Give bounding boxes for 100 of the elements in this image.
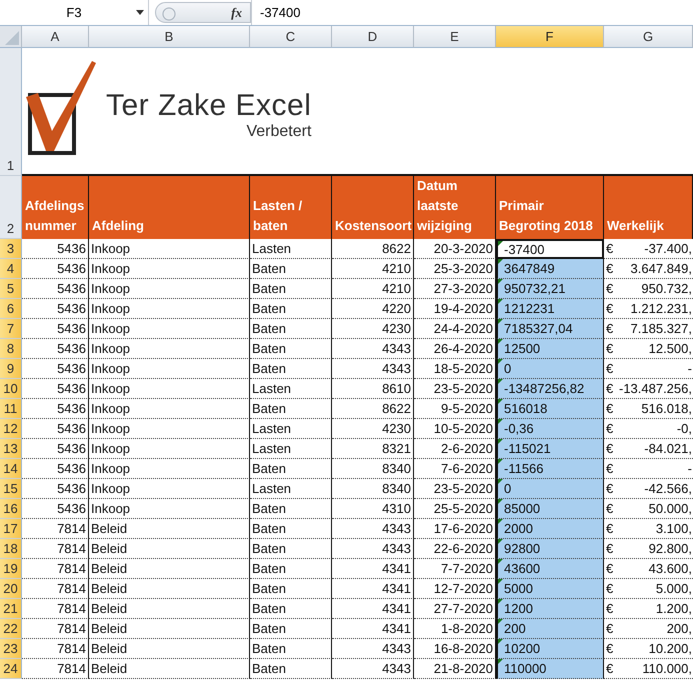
name-box[interactable]: F3	[0, 0, 149, 25]
table-cell: 4341	[332, 619, 414, 639]
table-cell: Beleid	[89, 519, 250, 539]
row-header[interactable]: 12	[0, 419, 22, 439]
currency-symbol: €	[606, 501, 614, 516]
table-cell: 4343	[332, 639, 414, 659]
table-cell: Beleid	[89, 579, 250, 599]
currency-symbol: €	[606, 561, 614, 576]
currency-symbol: €	[606, 521, 614, 536]
table-cell: Baten	[250, 579, 332, 599]
row-header[interactable]: 4	[0, 259, 22, 279]
row-header[interactable]: 20	[0, 579, 22, 599]
table-cell: -37400	[496, 239, 604, 259]
select-all-corner[interactable]	[0, 26, 22, 48]
table-cell: Inkoop	[89, 399, 250, 419]
table-cell: 5436	[22, 379, 89, 399]
row-header[interactable]: 3	[0, 239, 22, 259]
table-cell: -0,36	[496, 419, 604, 439]
table-cell: Beleid	[89, 639, 250, 659]
table-cell: 4343	[332, 659, 414, 679]
table-cell: 5436	[22, 359, 89, 379]
row-header[interactable]: 8	[0, 339, 22, 359]
table-cell: Beleid	[89, 619, 250, 639]
row-header[interactable]: 10	[0, 379, 22, 399]
table-cell: Inkoop	[89, 359, 250, 379]
table-cell: Inkoop	[89, 239, 250, 259]
row-header[interactable]: 16	[0, 499, 22, 519]
table-cell: 7814	[22, 579, 89, 599]
error-marker-icon	[498, 241, 503, 246]
table-cell: 3647849	[496, 259, 604, 279]
table-cell: Baten	[250, 639, 332, 659]
table-cell: 5.000,	[656, 581, 692, 596]
table-cell: 4310	[332, 499, 414, 519]
currency-symbol: €	[606, 281, 614, 296]
insert-function-button[interactable]: fx	[231, 4, 242, 20]
table-cell: 1212231	[496, 299, 604, 319]
row-header[interactable]: 6	[0, 299, 22, 319]
row-header[interactable]: 18	[0, 539, 22, 559]
row-header[interactable]: 22	[0, 619, 22, 639]
table-cell: 4343	[332, 539, 414, 559]
currency-symbol: €	[606, 421, 614, 436]
row-header[interactable]: 15	[0, 479, 22, 499]
currency-symbol: €	[606, 301, 614, 316]
table-cell: 3.100,	[656, 521, 692, 536]
table-cell: Baten	[250, 359, 332, 379]
table-cell: 8340	[332, 479, 414, 499]
table-cell: 12.500,	[648, 341, 692, 356]
currency-symbol: €	[606, 441, 614, 456]
table-cell: 8622	[332, 239, 414, 259]
row-header[interactable]: 11	[0, 399, 22, 419]
column-header[interactable]: D	[332, 26, 414, 48]
table-cell: 110.000,	[642, 661, 692, 676]
table-cell: Inkoop	[89, 279, 250, 299]
table-cell: 5000	[496, 579, 604, 599]
table-cell: 85000	[496, 499, 604, 519]
table-cell: 10.200,	[648, 641, 692, 656]
row-header[interactable]: 1	[0, 48, 22, 176]
table-cell: 5436	[22, 499, 89, 519]
formula-field[interactable]: -37400	[251, 0, 693, 25]
table-cell: 92.800,	[648, 541, 692, 556]
table-cell: 8321	[332, 439, 414, 459]
table-cell: Baten	[250, 599, 332, 619]
currency-symbol: €	[606, 321, 614, 336]
row-header[interactable]: 5	[0, 279, 22, 299]
table-cell: -84.021,	[644, 441, 692, 456]
column-header[interactable]: E	[414, 26, 496, 48]
table-cell: 7814	[22, 539, 89, 559]
row-header[interactable]: 9	[0, 359, 22, 379]
column-header[interactable]: F	[496, 26, 604, 48]
currency-symbol: €	[606, 661, 614, 676]
row-header[interactable]: 21	[0, 599, 22, 619]
table-cell: -42.566,	[644, 481, 692, 496]
row-header[interactable]: 19	[0, 559, 22, 579]
table-cell: Baten	[250, 319, 332, 339]
column-header[interactable]: B	[89, 26, 250, 48]
caret-icon[interactable]	[136, 10, 144, 15]
table-cell: Baten	[250, 519, 332, 539]
column-heading: Kostensoort	[332, 176, 414, 239]
knob-icon[interactable]	[162, 7, 176, 21]
row-header[interactable]: 24	[0, 659, 22, 679]
row-header[interactable]: 23	[0, 639, 22, 659]
table-cell: Inkoop	[89, 259, 250, 279]
row-header[interactable]: 2	[0, 176, 22, 239]
table-cell: 92800	[496, 539, 604, 559]
table-cell: Beleid	[89, 599, 250, 619]
table-cell: Lasten	[250, 439, 332, 459]
table-cell: 516.018,	[641, 401, 692, 416]
table-cell: 4210	[332, 279, 414, 299]
column-heading: Afdelings nummer	[22, 176, 89, 239]
column-header[interactable]: G	[604, 26, 693, 48]
row-header[interactable]: 13	[0, 439, 22, 459]
table-cell: 4210	[332, 259, 414, 279]
table-cell: 7814	[22, 659, 89, 679]
column-header[interactable]: C	[250, 26, 332, 48]
column-header[interactable]: A	[22, 26, 89, 48]
row-header[interactable]: 17	[0, 519, 22, 539]
row-header[interactable]: 14	[0, 459, 22, 479]
table-cell: Inkoop	[89, 479, 250, 499]
row-header[interactable]: 7	[0, 319, 22, 339]
table-cell: 200	[496, 619, 604, 639]
